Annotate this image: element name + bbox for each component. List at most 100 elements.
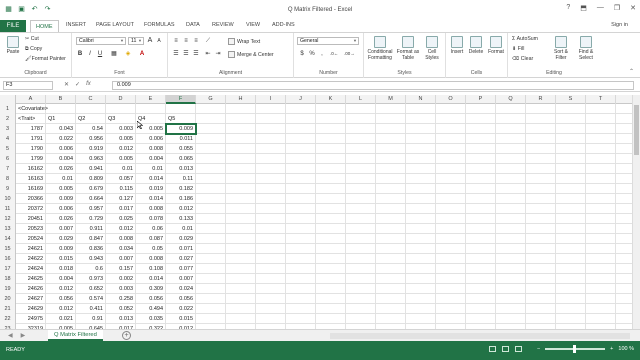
cell[interactable] [526,264,556,274]
cell[interactable] [586,214,616,224]
cell[interactable] [466,154,496,164]
cell[interactable] [226,294,256,304]
cell[interactable]: 0.494 [136,304,166,314]
cell[interactable] [226,154,256,164]
cell[interactable] [556,284,586,294]
column-header-c[interactable]: C [76,95,106,104]
cell[interactable] [196,134,226,144]
cell[interactable] [316,154,346,164]
cell[interactable] [406,104,436,114]
cell[interactable] [586,134,616,144]
horizontal-scrollbar[interactable] [330,333,630,339]
cell[interactable] [226,174,256,184]
zoom-out-button[interactable]: − [537,346,540,352]
cell[interactable]: 0.003 [106,284,136,294]
cell[interactable] [496,284,526,294]
row-header[interactable]: 8 [0,174,16,184]
row-header[interactable]: 21 [0,304,16,314]
cell[interactable] [496,314,526,324]
cell[interactable] [526,114,556,124]
cell[interactable] [316,114,346,124]
tab-review[interactable]: REVIEW [212,22,234,28]
cell[interactable] [316,264,346,274]
cell[interactable] [556,314,586,324]
cell[interactable] [226,204,256,214]
underline-button[interactable]: U [96,50,104,58]
cell[interactable]: 16163 [16,174,46,184]
cell[interactable] [196,154,226,164]
cell[interactable] [286,114,316,124]
row-header[interactable]: 2 [0,114,16,124]
cell[interactable] [406,184,436,194]
cell[interactable]: 0.056 [46,294,76,304]
format-painter-button[interactable]: 🖌Format Painter [25,56,66,62]
cell[interactable] [316,204,346,214]
cell[interactable] [436,134,466,144]
format-as-table-button[interactable]: Format as Table [395,36,421,61]
cell[interactable] [346,134,376,144]
cell[interactable] [286,154,316,164]
cell[interactable]: <Trait> [16,114,46,124]
cell[interactable] [556,174,586,184]
cell[interactable] [376,214,406,224]
select-all-corner[interactable] [0,95,16,104]
cell[interactable]: 0.019 [136,184,166,194]
cell[interactable] [106,104,136,114]
cell[interactable] [226,114,256,124]
cell[interactable]: 0.034 [106,244,136,254]
cell[interactable] [376,204,406,214]
cell[interactable] [376,314,406,324]
cell[interactable] [466,304,496,314]
cell[interactable] [286,124,316,134]
cell[interactable] [526,284,556,294]
cell[interactable] [436,254,466,264]
cell[interactable] [376,304,406,314]
align-center-icon[interactable]: ☰ [182,50,190,58]
cell[interactable] [436,184,466,194]
formula-input[interactable]: 0.009 [112,81,634,90]
cell[interactable]: 0.108 [136,264,166,274]
cell[interactable] [556,154,586,164]
cell[interactable] [376,244,406,254]
cell[interactable] [406,254,436,264]
cell[interactable] [196,294,226,304]
cell[interactable]: 1787 [16,124,46,134]
page-layout-view-icon[interactable] [501,346,509,352]
cell[interactable] [586,154,616,164]
cell[interactable] [586,314,616,324]
cell[interactable]: 0.679 [76,184,106,194]
cell[interactable]: 0.01 [46,174,76,184]
row-header[interactable]: 10 [0,194,16,204]
cell[interactable] [496,114,526,124]
cell[interactable] [256,144,286,154]
normal-view-icon[interactable] [488,346,496,352]
align-right-icon[interactable]: ☰ [192,50,200,58]
orientation-icon[interactable]: ⟋ [204,37,212,45]
restore-button[interactable]: ❐ [614,4,620,12]
cell[interactable] [466,264,496,274]
cell[interactable] [556,114,586,124]
cell[interactable] [466,254,496,264]
cell[interactable] [526,174,556,184]
cell[interactable] [406,134,436,144]
cell[interactable]: 0.411 [76,304,106,314]
cell[interactable]: 0.015 [46,254,76,264]
cell[interactable] [316,164,346,174]
zoom-level[interactable]: 100 % [618,346,634,352]
column-header-n[interactable]: N [406,95,436,104]
worksheet-grid[interactable]: ABCDEFGHIJKLMNOPQRST 1 <Covariate> 2 <Trait… [0,95,632,329]
cell[interactable]: 0.003 [106,124,136,134]
cell[interactable] [196,204,226,214]
cell[interactable]: 0.91 [76,314,106,324]
cell[interactable] [46,104,76,114]
cell[interactable]: 0.652 [76,284,106,294]
align-bottom-icon[interactable]: ≡ [192,37,200,45]
row-header[interactable]: 22 [0,314,16,324]
cell[interactable] [256,104,286,114]
format-cells-button[interactable]: Format [486,36,506,55]
cell[interactable]: 24629 [16,304,46,314]
cell[interactable] [346,214,376,224]
cell[interactable]: 0.919 [76,144,106,154]
cell[interactable]: 0.008 [106,234,136,244]
cell[interactable] [466,184,496,194]
